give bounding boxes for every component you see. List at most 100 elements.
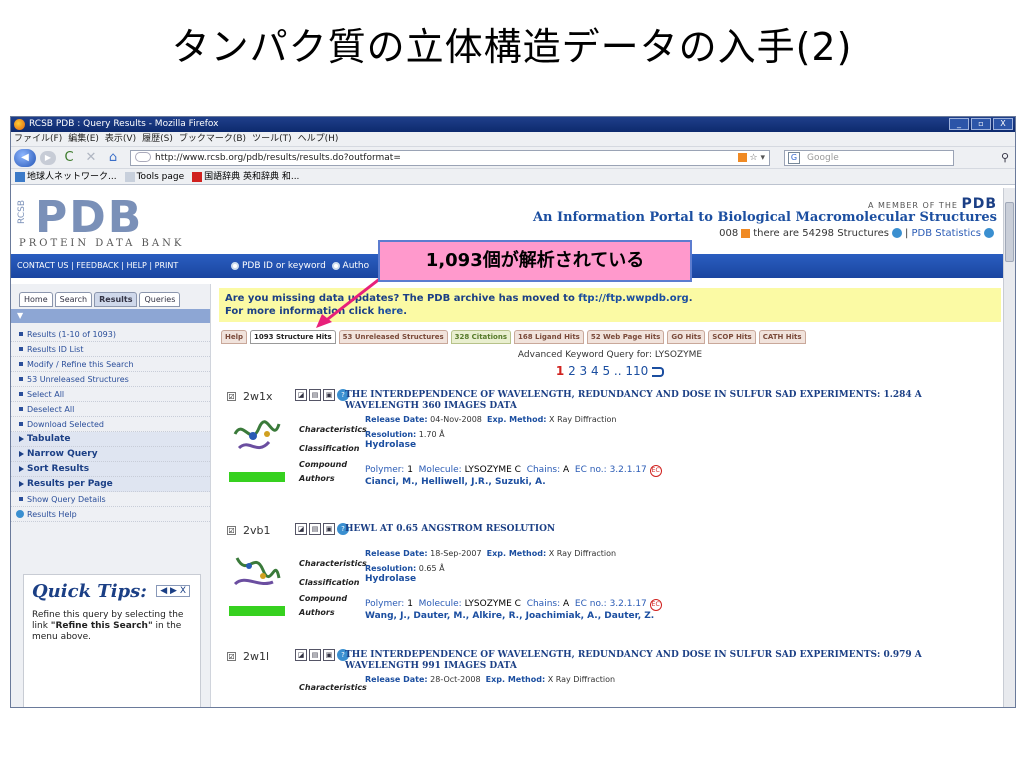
bookmark-chikyujin[interactable]: 地球人ネットワーク... bbox=[15, 169, 117, 184]
bookmark-tools-page[interactable]: Tools page bbox=[124, 169, 184, 184]
tab-results[interactable]: Results bbox=[94, 292, 138, 307]
sidebar-item-results-id-list[interactable]: Results ID List bbox=[11, 342, 210, 357]
help-icon[interactable] bbox=[984, 228, 994, 238]
tab-queries[interactable]: Queries bbox=[139, 292, 181, 307]
tab-cath-hits[interactable]: CATH Hits bbox=[758, 330, 806, 344]
sidebar-item-sort-results[interactable]: Sort Results bbox=[11, 462, 210, 477]
home-icon[interactable]: ⌂ bbox=[104, 149, 122, 167]
entry-checkbox[interactable]: ☑ bbox=[227, 652, 236, 661]
back-arrow-icon[interactable]: ◀ bbox=[14, 148, 36, 167]
sidebar-item-select-all[interactable]: Select All bbox=[11, 387, 210, 402]
protein-structure-thumbnail[interactable] bbox=[229, 548, 283, 592]
top-links[interactable]: CONTACT US | FEEDBACK | HELP | PRINT bbox=[17, 261, 178, 270]
entry-pdb-id[interactable]: 2w1l bbox=[243, 650, 269, 663]
menu-bookmarks[interactable]: ブックマーク(B) bbox=[179, 132, 246, 146]
tab-web-page-hits[interactable]: 52 Web Page Hits bbox=[586, 330, 665, 344]
forward-arrow-icon[interactable]: ▶ bbox=[40, 150, 56, 165]
sidebar-item-download-selected[interactable]: Download Selected bbox=[11, 417, 210, 432]
document-icon[interactable]: ▤ bbox=[309, 649, 321, 661]
document-icon[interactable]: ▤ bbox=[309, 389, 321, 401]
image-icon[interactable]: ▣ bbox=[323, 523, 335, 535]
sidebar-item-refine-search[interactable]: Modify / Refine this Search bbox=[11, 357, 210, 372]
quick-tips-box: Quick Tips: ◀ ▶ X Refine this query by s… bbox=[23, 574, 201, 707]
entry-title[interactable]: THE INTERDEPENDENCE OF WAVELENGTH, REDUN… bbox=[345, 650, 985, 672]
structure-view-icon[interactable]: ◪ bbox=[295, 523, 307, 535]
radio-pdb-id[interactable] bbox=[231, 261, 239, 270]
window-controls: _ ▫ X bbox=[949, 118, 1013, 130]
menu-view[interactable]: 表示(V) bbox=[105, 132, 136, 146]
ec-number[interactable]: 3.2.1.17 bbox=[610, 599, 647, 609]
scrollbar-thumb[interactable] bbox=[1005, 202, 1014, 262]
classification[interactable]: Hydrolase bbox=[365, 574, 662, 585]
entry-values: Release Date: 18-Sep-2007 Exp. Method: X… bbox=[365, 548, 662, 622]
reload-icon[interactable]: C bbox=[60, 149, 78, 167]
structure-view-icon[interactable]: ◪ bbox=[295, 389, 307, 401]
tab-ligand-hits[interactable]: 168 Ligand Hits bbox=[514, 330, 584, 344]
next-page-arrow-icon[interactable] bbox=[652, 366, 665, 377]
main-content: Are you missing data updates? The PDB ar… bbox=[215, 284, 1005, 707]
page-links[interactable]: 2 3 4 5 .. 110 bbox=[568, 364, 648, 378]
stop-icon[interactable]: ✕ bbox=[82, 149, 100, 167]
menu-help[interactable]: ヘルプ(H) bbox=[298, 132, 339, 146]
entry-pdb-id[interactable]: 2vb1 bbox=[243, 524, 271, 537]
entry-checkbox[interactable]: ☑ bbox=[227, 526, 236, 535]
protein-structure-thumbnail[interactable] bbox=[229, 414, 283, 458]
image-icon[interactable]: ▣ bbox=[323, 389, 335, 401]
pdb-logo[interactable]: RCSB PDB PROTEIN DATA BANK bbox=[17, 196, 184, 250]
tab-home[interactable]: Home bbox=[19, 292, 53, 307]
vertical-scrollbar[interactable] bbox=[1003, 188, 1015, 707]
sidebar-item-results-per-page[interactable]: Results per Page bbox=[11, 477, 210, 492]
entry-authors[interactable]: Cianci, M., Helliwell, J.R., Suzuki, A. bbox=[365, 477, 662, 488]
chevron-down-icon[interactable]: ▼ bbox=[11, 309, 210, 323]
menu-history[interactable]: 履歴(S) bbox=[142, 132, 173, 146]
ec-icon[interactable]: EC bbox=[649, 599, 662, 611]
entry-authors[interactable]: Wang, J., Dauter, M., Alkire, R., Joachi… bbox=[365, 611, 662, 622]
ec-number[interactable]: 3.2.1.17 bbox=[610, 465, 647, 475]
entry-icons: ◪ ▤ ▣? bbox=[295, 523, 349, 535]
minimize-button[interactable]: _ bbox=[949, 118, 969, 130]
help-icon[interactable] bbox=[891, 228, 902, 238]
pdb-statistics-link[interactable]: PDB Statistics bbox=[912, 228, 981, 239]
sidebar-item-deselect-all[interactable]: Deselect All bbox=[11, 402, 210, 417]
url-input[interactable]: http://www.rcsb.org/pdb/results/results.… bbox=[130, 149, 770, 166]
rss-feed-icon[interactable] bbox=[737, 152, 747, 162]
document-icon[interactable]: ▤ bbox=[309, 523, 321, 535]
ec-icon[interactable]: EC bbox=[649, 465, 662, 477]
rss-feed-icon[interactable] bbox=[741, 228, 751, 238]
quick-tips-nav[interactable]: ◀ ▶ X bbox=[156, 585, 190, 597]
slide-title: タンパク質の立体構造データの入手(2) bbox=[171, 25, 853, 69]
search-icon[interactable]: ⚲ bbox=[1001, 151, 1009, 164]
radio-author[interactable] bbox=[331, 261, 340, 270]
sidebar-item-tabulate[interactable]: Tabulate bbox=[11, 432, 210, 447]
entry-title[interactable]: THE INTERDEPENDENCE OF WAVELENGTH, REDUN… bbox=[345, 390, 985, 412]
sidebar-item-unreleased[interactable]: 53 Unreleased Structures bbox=[11, 372, 210, 387]
tab-scop-hits[interactable]: SCOP Hits bbox=[708, 330, 756, 344]
entry-pdb-id[interactable]: 2w1x bbox=[243, 390, 273, 403]
quality-bar bbox=[229, 606, 285, 616]
menu-file[interactable]: ファイル(F) bbox=[14, 132, 62, 146]
sidebar-item-results[interactable]: Results (1-10 of 1093) bbox=[11, 327, 210, 342]
tab-help[interactable]: Help bbox=[221, 330, 248, 344]
tab-unreleased[interactable]: 53 Unreleased Structures bbox=[338, 330, 448, 344]
sidebar-item-results-help[interactable]: Results Help bbox=[11, 507, 210, 522]
maximize-button[interactable]: ▫ bbox=[971, 118, 991, 130]
entry-title[interactable]: HEWL AT 0.65 ANGSTROM RESOLUTION bbox=[345, 524, 985, 535]
ftp-link[interactable]: ftp://ftp.wwpdb.org bbox=[578, 293, 688, 304]
sidebar-item-narrow-query[interactable]: Narrow Query bbox=[11, 447, 210, 462]
search-input[interactable]: G Google bbox=[784, 149, 954, 166]
menu-tools[interactable]: ツール(T) bbox=[252, 132, 292, 146]
structure-view-icon[interactable]: ◪ bbox=[295, 649, 307, 661]
tab-go-hits[interactable]: GO Hits bbox=[667, 330, 706, 344]
url-tools: ☆ ▾ bbox=[737, 151, 765, 165]
sidebar-item-show-query-details[interactable]: Show Query Details bbox=[11, 492, 210, 507]
close-button[interactable]: X bbox=[993, 118, 1013, 130]
tab-search[interactable]: Search bbox=[54, 292, 93, 307]
entry-checkbox[interactable]: ☑ bbox=[227, 392, 236, 401]
image-icon[interactable]: ▣ bbox=[323, 649, 335, 661]
tab-structure-hits[interactable]: 1093 Structure Hits bbox=[250, 330, 336, 344]
classification[interactable]: Hydrolase bbox=[365, 440, 662, 451]
tab-citations[interactable]: 328 Citations bbox=[450, 330, 511, 344]
menu-edit[interactable]: 編集(E) bbox=[68, 132, 99, 146]
star-icon[interactable]: ☆ ▾ bbox=[750, 153, 765, 163]
bookmark-dictionary[interactable]: 国語辞典 英和辞典 和... bbox=[192, 169, 299, 184]
